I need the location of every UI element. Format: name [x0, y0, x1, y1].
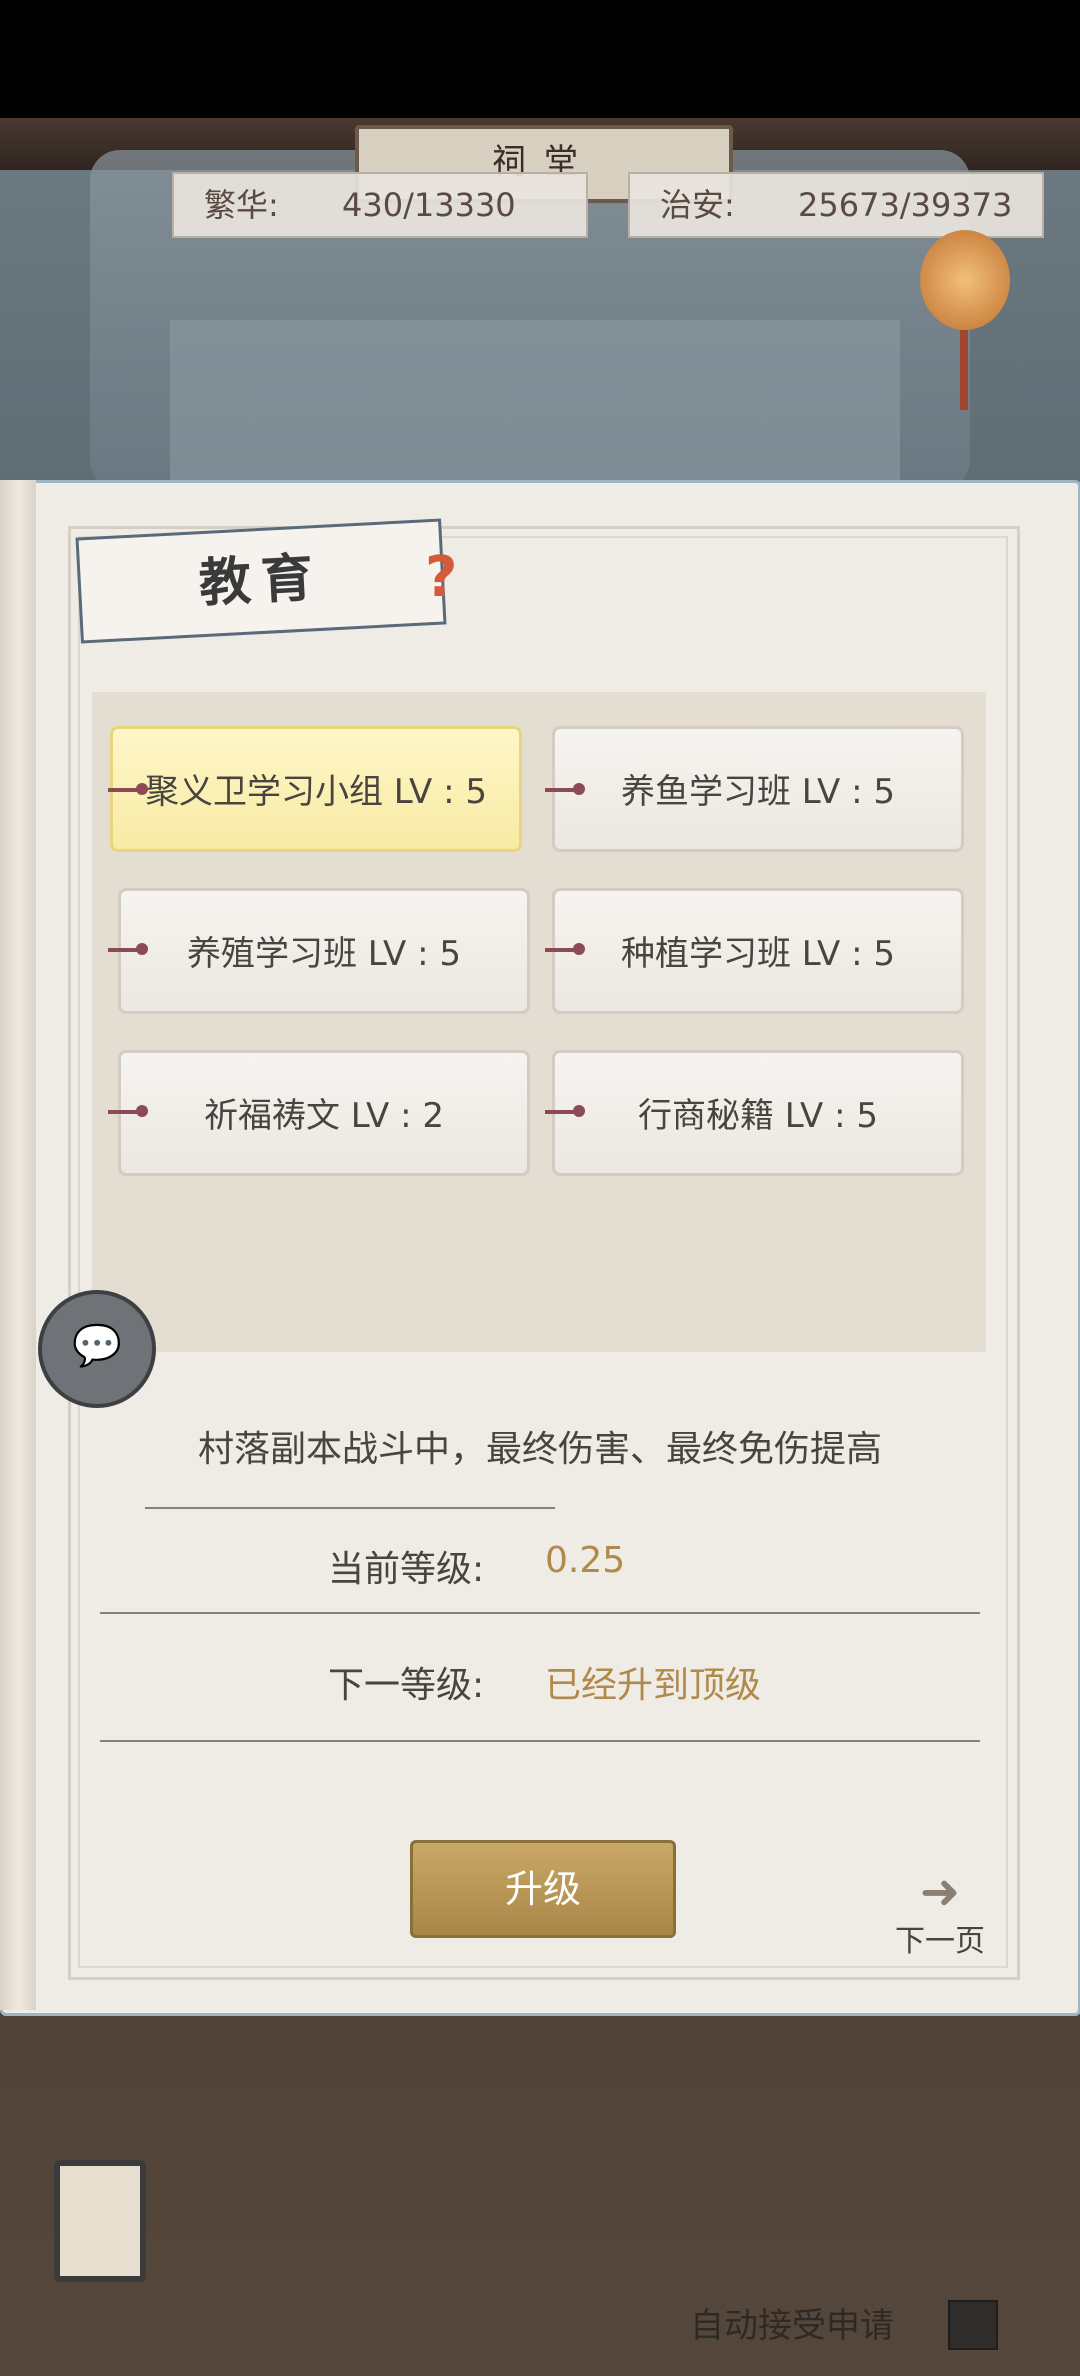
security-value: 25673/39373 [798, 186, 1013, 224]
lamp-icon [54, 2160, 146, 2282]
connector-icon [545, 943, 585, 955]
connector-icon [108, 783, 148, 795]
prosperity-label: 繁华: [204, 186, 279, 224]
divider [100, 1740, 980, 1742]
skill-description: 村落副本战斗中，最终伤害、最终免伤提高 [197, 1429, 882, 1470]
next-page-label: 下一页 [895, 1924, 985, 1959]
security-label: 治安: [660, 186, 735, 224]
panel-spine [0, 480, 36, 2010]
connector-icon [545, 1105, 585, 1117]
skill-card-planting[interactable]: 种植学习班 LV : 5 [552, 888, 964, 1014]
upgrade-button[interactable]: 升级 [410, 1840, 676, 1938]
skill-card-juyiwei[interactable]: 聚义卫学习小组 LV : 5 [110, 726, 522, 852]
lantern-icon [920, 230, 1010, 330]
skill-card-prayer[interactable]: 祈福祷文 LV : 2 [118, 1050, 530, 1176]
question-icon[interactable]: ? [425, 548, 465, 608]
security-stat: 治安: 25673/39373 [628, 172, 1044, 238]
connector-icon [545, 783, 585, 795]
chat-icon[interactable]: 💬 [38, 1290, 156, 1408]
next-page-button[interactable]: ➜ 下一页 [880, 1864, 1000, 1959]
auto-accept-checkbox[interactable] [948, 2300, 998, 2350]
arrow-right-icon: ➜ [919, 1864, 961, 1920]
connector-icon [108, 1105, 148, 1117]
prosperity-value: 430/13330 [342, 186, 516, 224]
current-level-label: 当前等级: [328, 1549, 485, 1590]
next-level-value: 已经升到顶级 [545, 1665, 762, 1706]
current-level-value: 0.25 [545, 1540, 626, 1581]
skill-card-fish[interactable]: 养鱼学习班 LV : 5 [552, 726, 964, 852]
prosperity-stat: 繁华: 430/13330 [172, 172, 588, 238]
skill-card-trade[interactable]: 行商秘籍 LV : 5 [552, 1050, 964, 1176]
curtain [170, 320, 900, 490]
skill-card-breeding[interactable]: 养殖学习班 LV : 5 [118, 888, 530, 1014]
next-level-label: 下一等级: [328, 1665, 485, 1706]
panel-title: 教育 [75, 518, 447, 644]
auto-accept-label: 自动接受申请 [690, 2306, 894, 2346]
divider [100, 1612, 980, 1614]
lantern-tassel [960, 330, 968, 410]
connector-icon [108, 943, 148, 955]
divider [145, 1507, 555, 1509]
